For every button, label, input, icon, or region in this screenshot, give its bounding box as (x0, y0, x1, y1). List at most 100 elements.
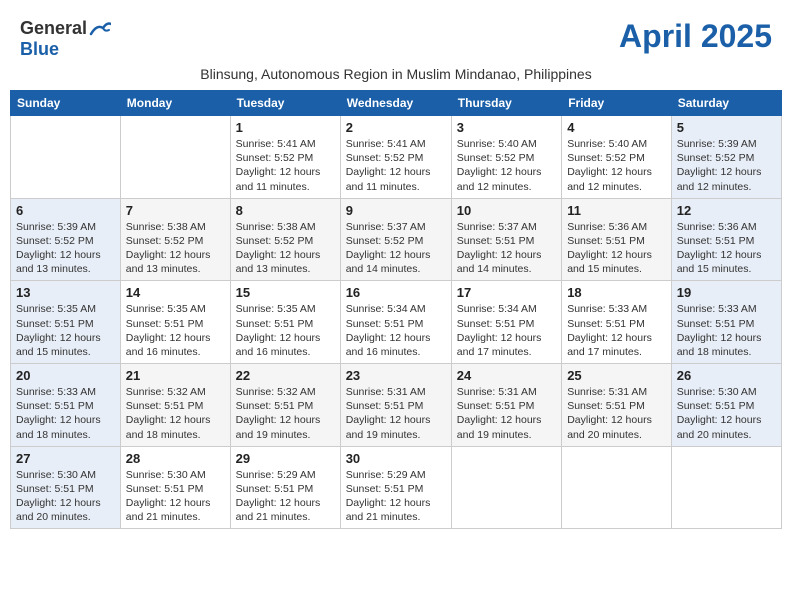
weekday-header-friday: Friday (562, 91, 672, 116)
week-row-1: 6 Sunrise: 5:39 AM Sunset: 5:52 PM Daylig… (11, 198, 782, 281)
day-info: Sunrise: 5:34 AM Sunset: 5:51 PM Dayligh… (346, 302, 446, 359)
calendar-cell: 27 Sunrise: 5:30 AM Sunset: 5:51 PM Dayli… (11, 446, 121, 529)
day-info: Sunrise: 5:32 AM Sunset: 5:51 PM Dayligh… (236, 385, 335, 442)
day-info: Sunrise: 5:35 AM Sunset: 5:51 PM Dayligh… (126, 302, 225, 359)
day-number: 12 (677, 203, 776, 218)
day-number: 11 (567, 203, 666, 218)
calendar-cell: 12 Sunrise: 5:36 AM Sunset: 5:51 PM Dayli… (671, 198, 781, 281)
logo-bird-icon (89, 20, 111, 38)
calendar-cell: 24 Sunrise: 5:31 AM Sunset: 5:51 PM Dayli… (451, 364, 561, 447)
subtitle: Blinsung, Autonomous Region in Muslim Mi… (10, 66, 782, 82)
day-info: Sunrise: 5:41 AM Sunset: 5:52 PM Dayligh… (346, 137, 446, 194)
day-info: Sunrise: 5:32 AM Sunset: 5:51 PM Dayligh… (126, 385, 225, 442)
day-number: 7 (126, 203, 225, 218)
day-info: Sunrise: 5:36 AM Sunset: 5:51 PM Dayligh… (567, 220, 666, 277)
day-info: Sunrise: 5:30 AM Sunset: 5:51 PM Dayligh… (126, 468, 225, 525)
day-number: 20 (16, 368, 115, 383)
day-number: 25 (567, 368, 666, 383)
day-number: 19 (677, 285, 776, 300)
day-number: 28 (126, 451, 225, 466)
calendar-cell: 16 Sunrise: 5:34 AM Sunset: 5:51 PM Dayli… (340, 281, 451, 364)
calendar-cell: 4 Sunrise: 5:40 AM Sunset: 5:52 PM Daylig… (562, 116, 672, 199)
calendar-cell: 11 Sunrise: 5:36 AM Sunset: 5:51 PM Dayli… (562, 198, 672, 281)
weekday-header-thursday: Thursday (451, 91, 561, 116)
day-number: 17 (457, 285, 556, 300)
calendar-cell: 17 Sunrise: 5:34 AM Sunset: 5:51 PM Dayli… (451, 281, 561, 364)
day-number: 14 (126, 285, 225, 300)
day-number: 18 (567, 285, 666, 300)
weekday-header-wednesday: Wednesday (340, 91, 451, 116)
weekday-header-sunday: Sunday (11, 91, 121, 116)
logo-blue: Blue (20, 39, 59, 59)
week-row-4: 27 Sunrise: 5:30 AM Sunset: 5:51 PM Dayli… (11, 446, 782, 529)
header: General Blue April 2025 (10, 10, 782, 64)
calendar-cell: 8 Sunrise: 5:38 AM Sunset: 5:52 PM Daylig… (230, 198, 340, 281)
calendar-cell: 10 Sunrise: 5:37 AM Sunset: 5:51 PM Dayli… (451, 198, 561, 281)
day-number: 16 (346, 285, 446, 300)
day-info: Sunrise: 5:33 AM Sunset: 5:51 PM Dayligh… (567, 302, 666, 359)
day-info: Sunrise: 5:39 AM Sunset: 5:52 PM Dayligh… (16, 220, 115, 277)
day-info: Sunrise: 5:29 AM Sunset: 5:51 PM Dayligh… (346, 468, 446, 525)
calendar-cell: 18 Sunrise: 5:33 AM Sunset: 5:51 PM Dayli… (562, 281, 672, 364)
logo: General Blue (20, 18, 111, 60)
calendar-cell (120, 116, 230, 199)
day-number: 26 (677, 368, 776, 383)
day-info: Sunrise: 5:33 AM Sunset: 5:51 PM Dayligh… (677, 302, 776, 359)
day-number: 10 (457, 203, 556, 218)
calendar-cell: 2Sunrise: 5:41 AM Sunset: 5:52 PM Daylig… (340, 116, 451, 199)
calendar-cell (451, 446, 561, 529)
day-info: Sunrise: 5:36 AM Sunset: 5:51 PM Dayligh… (677, 220, 776, 277)
day-info: Sunrise: 5:35 AM Sunset: 5:51 PM Dayligh… (236, 302, 335, 359)
month-title: April 2025 (619, 18, 772, 55)
day-info: Sunrise: 5:39 AM Sunset: 5:52 PM Dayligh… (677, 137, 776, 194)
day-info: Sunrise: 5:30 AM Sunset: 5:51 PM Dayligh… (16, 468, 115, 525)
day-number: 8 (236, 203, 335, 218)
calendar-cell: 23 Sunrise: 5:31 AM Sunset: 5:51 PM Dayli… (340, 364, 451, 447)
day-number: 1 (236, 120, 335, 135)
calendar-cell: 7 Sunrise: 5:38 AM Sunset: 5:52 PM Daylig… (120, 198, 230, 281)
calendar-cell (562, 446, 672, 529)
day-info: Sunrise: 5:37 AM Sunset: 5:52 PM Dayligh… (346, 220, 446, 277)
day-info: Sunrise: 5:31 AM Sunset: 5:51 PM Dayligh… (457, 385, 556, 442)
week-row-2: 13Sunrise: 5:35 AM Sunset: 5:51 PM Dayli… (11, 281, 782, 364)
calendar-cell: 15 Sunrise: 5:35 AM Sunset: 5:51 PM Dayli… (230, 281, 340, 364)
day-info: Sunrise: 5:37 AM Sunset: 5:51 PM Dayligh… (457, 220, 556, 277)
calendar-cell: 6 Sunrise: 5:39 AM Sunset: 5:52 PM Daylig… (11, 198, 121, 281)
weekday-header-row: SundayMondayTuesdayWednesdayThursdayFrid… (11, 91, 782, 116)
day-info: Sunrise: 5:38 AM Sunset: 5:52 PM Dayligh… (236, 220, 335, 277)
weekday-header-monday: Monday (120, 91, 230, 116)
day-number: 27 (16, 451, 115, 466)
calendar-cell: 22 Sunrise: 5:32 AM Sunset: 5:51 PM Dayli… (230, 364, 340, 447)
weekday-header-tuesday: Tuesday (230, 91, 340, 116)
day-number: 29 (236, 451, 335, 466)
day-number: 30 (346, 451, 446, 466)
weekday-header-saturday: Saturday (671, 91, 781, 116)
calendar-cell: 19 Sunrise: 5:33 AM Sunset: 5:51 PM Dayli… (671, 281, 781, 364)
day-info: Sunrise: 5:31 AM Sunset: 5:51 PM Dayligh… (346, 385, 446, 442)
day-number: 5 (677, 120, 776, 135)
calendar-cell (11, 116, 121, 199)
calendar-cell: 26Sunrise: 5:30 AM Sunset: 5:51 PM Dayli… (671, 364, 781, 447)
day-number: 23 (346, 368, 446, 383)
day-number: 9 (346, 203, 446, 218)
calendar-cell: 28 Sunrise: 5:30 AM Sunset: 5:51 PM Dayli… (120, 446, 230, 529)
calendar-cell: 21Sunrise: 5:32 AM Sunset: 5:51 PM Dayli… (120, 364, 230, 447)
day-info: Sunrise: 5:40 AM Sunset: 5:52 PM Dayligh… (567, 137, 666, 194)
calendar-cell: 25Sunrise: 5:31 AM Sunset: 5:51 PM Dayli… (562, 364, 672, 447)
calendar-cell: 30 Sunrise: 5:29 AM Sunset: 5:51 PM Dayli… (340, 446, 451, 529)
week-row-3: 20 Sunrise: 5:33 AM Sunset: 5:51 PM Dayli… (11, 364, 782, 447)
day-info: Sunrise: 5:41 AM Sunset: 5:52 PM Dayligh… (236, 137, 335, 194)
day-number: 15 (236, 285, 335, 300)
day-number: 22 (236, 368, 335, 383)
logo-general: General (20, 18, 87, 39)
day-info: Sunrise: 5:38 AM Sunset: 5:52 PM Dayligh… (126, 220, 225, 277)
day-info: Sunrise: 5:33 AM Sunset: 5:51 PM Dayligh… (16, 385, 115, 442)
calendar-cell: 20 Sunrise: 5:33 AM Sunset: 5:51 PM Dayli… (11, 364, 121, 447)
day-number: 24 (457, 368, 556, 383)
calendar-cell: 5 Sunrise: 5:39 AM Sunset: 5:52 PM Daylig… (671, 116, 781, 199)
day-number: 4 (567, 120, 666, 135)
week-row-0: 1 Sunrise: 5:41 AM Sunset: 5:52 PM Daylig… (11, 116, 782, 199)
day-info: Sunrise: 5:34 AM Sunset: 5:51 PM Dayligh… (457, 302, 556, 359)
day-number: 6 (16, 203, 115, 218)
calendar-table: SundayMondayTuesdayWednesdayThursdayFrid… (10, 90, 782, 529)
